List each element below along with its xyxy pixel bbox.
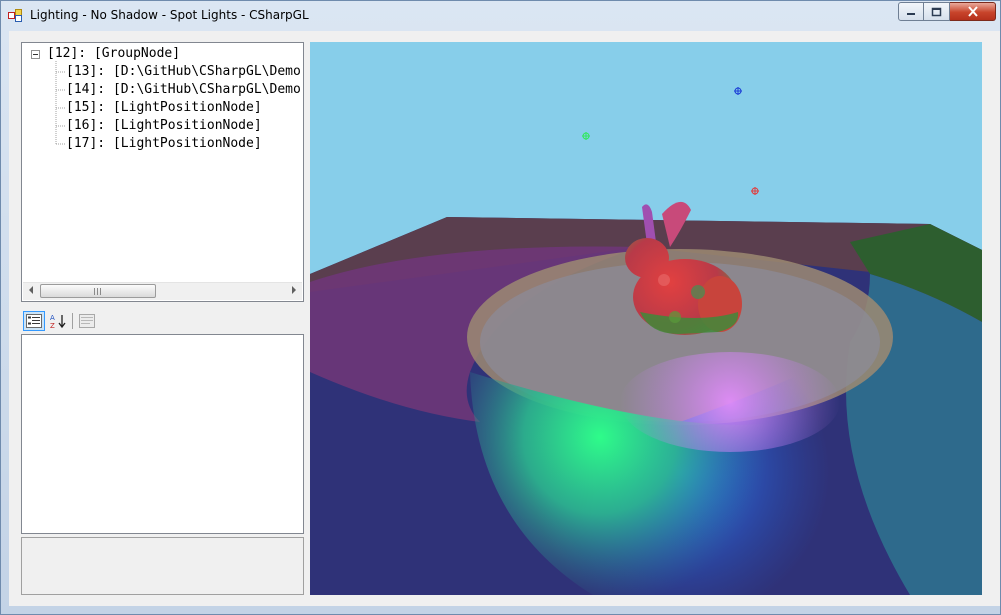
scroll-left-arrow-icon[interactable] — [29, 286, 33, 294]
red-light-marker — [751, 187, 759, 195]
status-strip — [1, 606, 1000, 614]
close-button[interactable] — [950, 2, 996, 21]
close-icon — [967, 6, 978, 17]
window-title: Lighting - No Shadow - Spot Lights - CSh… — [30, 8, 309, 22]
alphabetical-button[interactable]: A Z — [47, 311, 69, 331]
client-area: [12]: [GroupNode] [13]: [D:\GitHub\CShar… — [9, 31, 1000, 606]
svg-text:Z: Z — [50, 322, 55, 329]
scroll-right-arrow-icon[interactable] — [292, 286, 296, 294]
scene-tree-view[interactable]: [12]: [GroupNode] [13]: [D:\GitHub\CShar… — [21, 42, 304, 302]
svg-text:A: A — [50, 314, 55, 322]
collapse-toggle-icon[interactable] — [31, 50, 40, 59]
property-grid-toolbar: A Z — [21, 310, 304, 332]
property-pages-button[interactable] — [76, 311, 98, 331]
tree-node[interactable]: [15]: [LightPositionNode] — [66, 99, 262, 117]
title-bar[interactable]: Lighting - No Shadow - Spot Lights - CSh… — [1, 1, 1000, 31]
property-pages-icon — [79, 314, 95, 328]
scroll-thumb[interactable] — [40, 284, 156, 298]
app-window: Lighting - No Shadow - Spot Lights - CSh… — [0, 0, 1001, 615]
categorized-icon — [26, 314, 42, 328]
sort-az-icon: A Z — [50, 314, 66, 329]
green-light-marker — [582, 132, 590, 140]
minimize-button[interactable] — [898, 2, 924, 21]
tree-node[interactable]: [17]: [LightPositionNode] — [66, 135, 262, 153]
rendered-scene — [310, 87, 982, 595]
tree-node[interactable]: [16]: [LightPositionNode] — [66, 117, 262, 135]
property-grid[interactable] — [21, 334, 304, 534]
app-icon — [8, 9, 22, 22]
opengl-viewport[interactable] — [310, 42, 982, 595]
tree-horizontal-scrollbar[interactable] — [23, 282, 302, 300]
tree-node-root[interactable]: [12]: [GroupNode] — [47, 45, 180, 63]
property-description-pane — [21, 537, 304, 595]
maximize-icon — [931, 7, 942, 16]
minimize-icon — [907, 12, 915, 15]
categorized-button[interactable] — [23, 311, 45, 331]
toolbar-separator — [72, 313, 73, 329]
blue-light-marker — [734, 87, 742, 95]
tree-node[interactable]: [14]: [D:\GitHub\CSharpGL\Demo — [66, 81, 301, 99]
caption-buttons — [898, 2, 996, 22]
scroll-grip-icon — [94, 288, 101, 295]
tree-node[interactable]: [13]: [D:\GitHub\CSharpGL\Demo — [66, 63, 301, 81]
maximize-button[interactable] — [924, 2, 950, 21]
